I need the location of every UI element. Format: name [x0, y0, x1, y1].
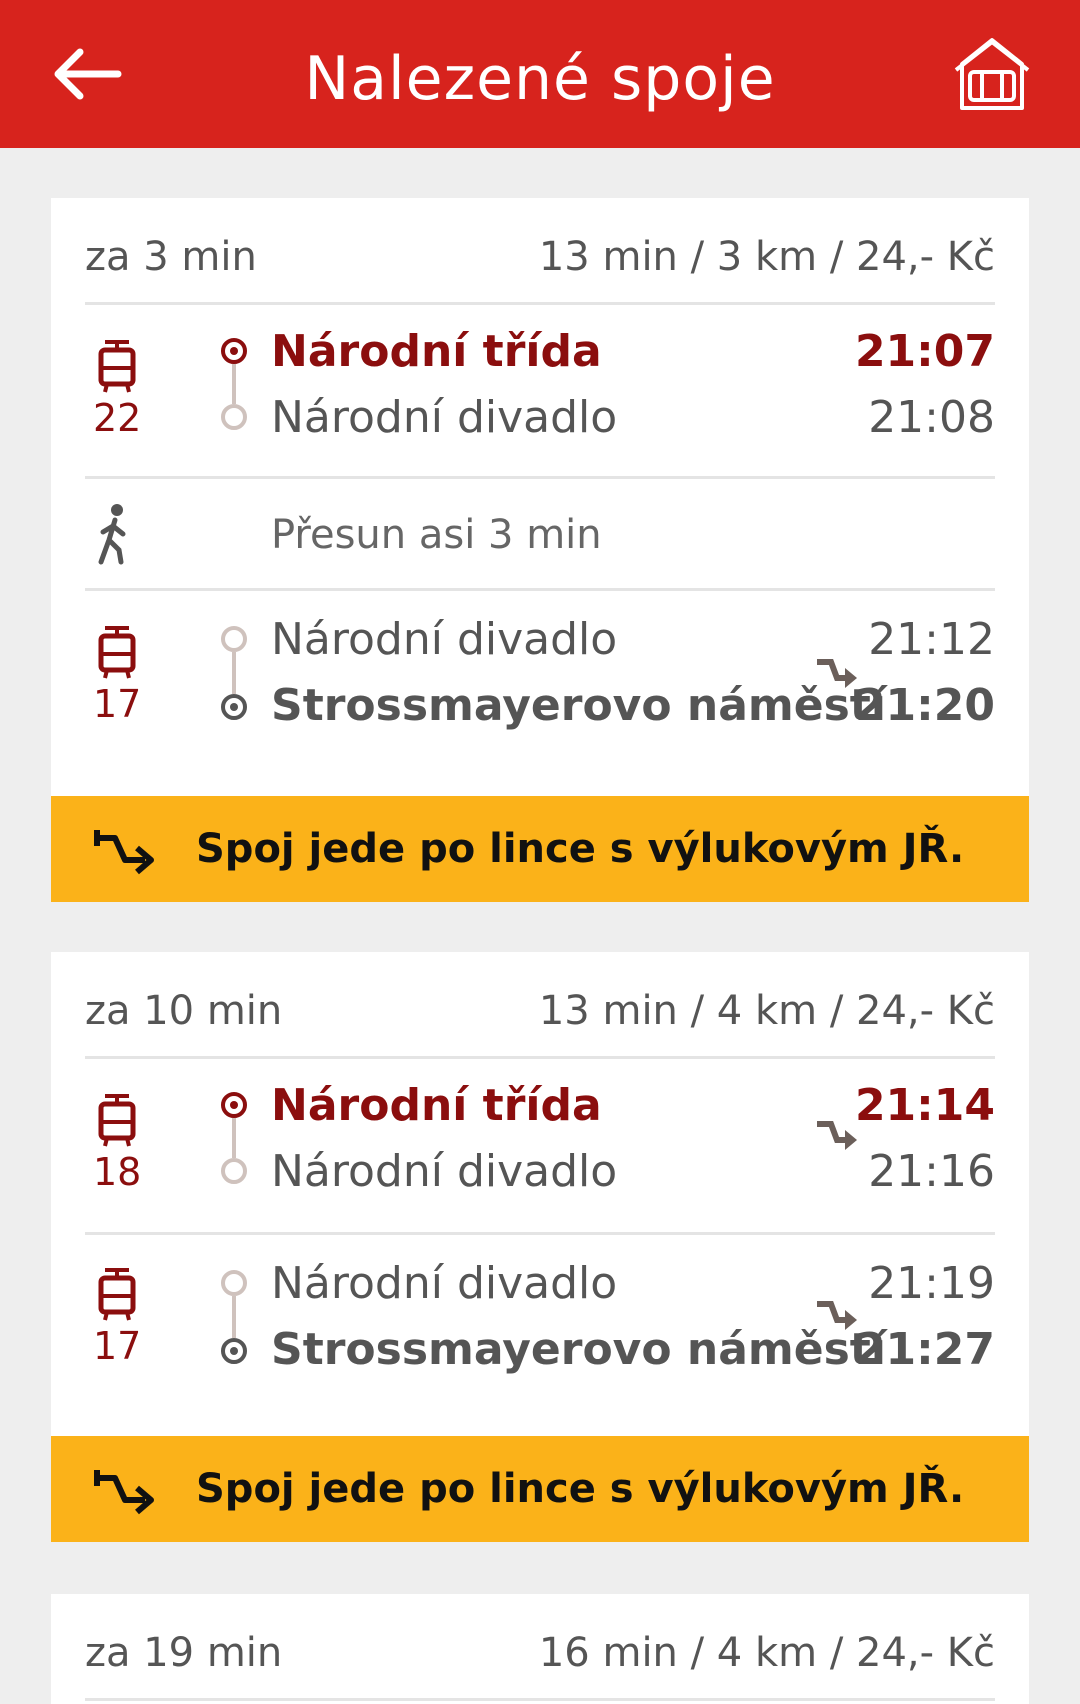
arrival-time: 21:08: [868, 392, 995, 443]
departure-stop: Národní třída: [271, 1080, 602, 1131]
divider: [85, 1698, 995, 1701]
tram-leg: 22 Národní třída Národní divadlo 21:07 2…: [51, 306, 1029, 476]
detour-notice-icon: [94, 830, 154, 875]
detour-notice-icon: [94, 1470, 154, 1515]
departure-stop-marker: [221, 1092, 247, 1118]
arrival-time: 21:27: [854, 1324, 995, 1375]
detour-icon: [817, 659, 857, 688]
transfer-text: Přesun asi 3 min: [271, 512, 602, 558]
tram-icon: [98, 1094, 136, 1147]
trip-summary: 16 min / 4 km / 24,- Kč: [538, 1630, 995, 1676]
walking-icon: [98, 504, 126, 565]
arrow-left-icon: [54, 48, 122, 100]
connection-card[interactable]: za 10 min 13 min / 4 km / 24,- Kč 18 Nár…: [51, 952, 1029, 1436]
arrival-stop-marker: [221, 694, 247, 720]
departure-time: 21:12: [868, 614, 995, 665]
tram-leg: 17 Národní divadlo Strossmayerovo náměst…: [51, 592, 1029, 772]
trip-summary: 13 min / 4 km / 24,- Kč: [538, 988, 995, 1034]
stops-track: [221, 1092, 261, 1192]
stops-track: [221, 1270, 261, 1370]
arrival-stop-marker: [221, 404, 247, 430]
connection-card[interactable]: za 19 min 16 min / 4 km / 24,- Kč: [51, 1594, 1029, 1704]
tram-icon: [98, 1268, 136, 1321]
app-bar: Nalezené spoje: [0, 0, 1080, 148]
back-button[interactable]: [48, 44, 124, 104]
departure-time: 21:07: [854, 326, 995, 377]
connection-header: za 10 min 13 min / 4 km / 24,- Kč: [51, 952, 1029, 1056]
divider: [85, 476, 995, 479]
detour-notice-text: Spoj jede po lince s výlukovým JŘ.: [196, 826, 965, 872]
page-title: Nalezené spoje: [304, 44, 776, 114]
departure-time: 21:19: [868, 1258, 995, 1309]
divider: [85, 302, 995, 305]
line-number: 22: [93, 396, 142, 440]
stop-connector: [232, 1296, 236, 1338]
connection-header: za 19 min 16 min / 4 km / 24,- Kč: [51, 1594, 1029, 1698]
tram-icon: [98, 626, 136, 679]
departure-in: za 19 min: [85, 1630, 283, 1676]
stop-connector: [232, 1118, 236, 1158]
arrival-stop-marker: [221, 1338, 247, 1364]
connection-header: za 3 min 13 min / 3 km / 24,- Kč: [51, 198, 1029, 302]
connection-card[interactable]: za 3 min 13 min / 3 km / 24,- Kč 22 Náro…: [51, 198, 1029, 796]
stops-track: [221, 626, 261, 726]
departure-stop-marker: [221, 626, 247, 652]
tram-leg: 18 Národní třída Národní divadlo 21:14 2…: [51, 1060, 1029, 1232]
arrival-stop: Národní divadlo: [271, 1146, 618, 1197]
stop-connector: [232, 364, 236, 404]
line-number: 17: [93, 682, 142, 726]
departure-time: 21:14: [854, 1080, 995, 1131]
arrival-stop: Národní divadlo: [271, 392, 618, 443]
home-button[interactable]: [952, 34, 1032, 114]
stops-track: [221, 338, 261, 438]
departure-stop-marker: [221, 338, 247, 364]
departure-in: za 10 min: [85, 988, 283, 1034]
divider: [85, 588, 995, 591]
vehicle: 17: [93, 1266, 141, 1368]
walk-leg: Přesun asi 3 min: [51, 480, 1029, 588]
arrival-stop-marker: [221, 1158, 247, 1184]
line-number: 18: [93, 1150, 142, 1194]
arrival-time: 21:20: [854, 680, 995, 731]
divider: [85, 1232, 995, 1235]
vehicle: 17: [93, 624, 141, 726]
arrival-stop: Strossmayerovo náměstí: [271, 1324, 886, 1375]
arrival-stop: Strossmayerovo náměstí: [271, 680, 886, 731]
stop-connector: [232, 652, 236, 694]
detour-icon: [817, 1301, 857, 1330]
vehicle: 18: [93, 1092, 141, 1194]
departure-stop: Národní divadlo: [271, 1258, 618, 1309]
vehicle: 22: [93, 338, 141, 440]
detour-icon: [817, 1121, 857, 1150]
departure-stop: Národní divadlo: [271, 614, 618, 665]
detour-notice-text: Spoj jede po lince s výlukovým JŘ.: [196, 1466, 965, 1512]
line-number: 17: [93, 1324, 142, 1368]
tram-leg: 17 Národní divadlo Strossmayerovo náměst…: [51, 1236, 1029, 1416]
arrival-time: 21:16: [868, 1146, 995, 1197]
tram-icon: [98, 340, 136, 393]
departure-in: za 3 min: [85, 234, 257, 280]
detour-notice: Spoj jede po lince s výlukovým JŘ.: [51, 1436, 1029, 1542]
departure-stop: Národní třída: [271, 326, 602, 377]
trip-summary: 13 min / 3 km / 24,- Kč: [538, 234, 995, 280]
departure-stop-marker: [221, 1270, 247, 1296]
detour-notice: Spoj jede po lince s výlukovým JŘ.: [51, 796, 1029, 902]
divider: [85, 1056, 995, 1059]
station-home-icon: [954, 38, 1030, 110]
